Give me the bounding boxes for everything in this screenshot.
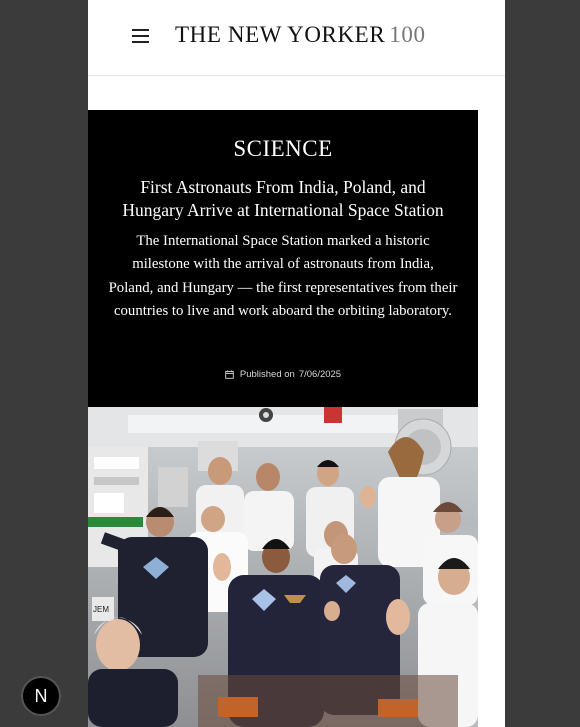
group-of-astronauts-photo: JEM <box>88 407 478 727</box>
brand-title: THE NEW YORKER <box>175 22 386 47</box>
site-logo[interactable]: THE NEW YORKER 100 <box>175 22 426 48</box>
page: THE NEW YORKER 100 SCIENCE First Astronau… <box>88 0 505 727</box>
jem-label: JEM <box>93 605 109 614</box>
site-header: THE NEW YORKER 100 <box>88 0 505 76</box>
hamburger-menu-icon[interactable] <box>132 28 150 44</box>
brand-number: 100 <box>389 22 426 47</box>
n-badge-icon[interactable]: N <box>21 676 61 716</box>
calendar-icon <box>225 370 234 379</box>
article-card[interactable]: SCIENCE First Astronauts From India, Pol… <box>88 110 478 407</box>
published-date: 7/06/2025 <box>298 369 342 380</box>
n-badge-label: N <box>34 685 48 706</box>
published-label: Published on <box>239 369 295 380</box>
article-dek: The International Space Station marked a… <box>108 233 458 319</box>
published-line: Published on 7/06/2025 <box>88 369 478 380</box>
article-headline[interactable]: First Astronauts From India, Poland, and… <box>108 176 458 222</box>
section-label: SCIENCE <box>233 136 333 161</box>
